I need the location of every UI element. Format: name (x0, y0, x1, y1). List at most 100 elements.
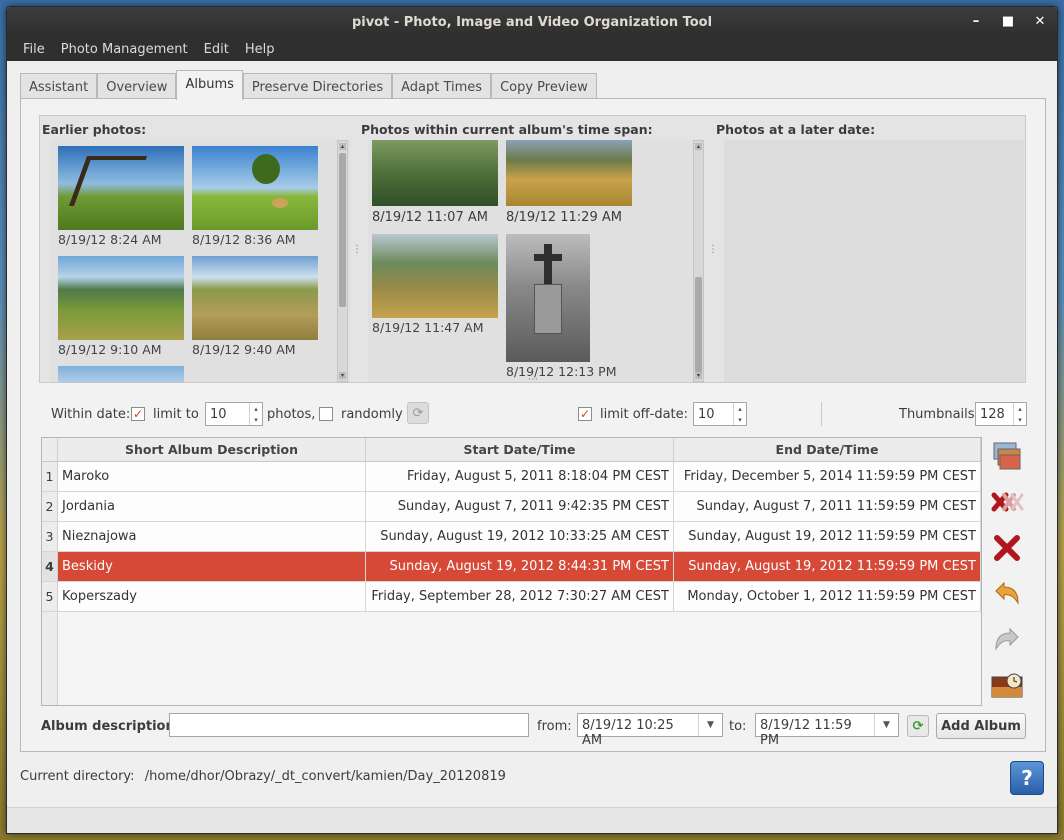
add-album-button[interactable]: Add Album (936, 713, 1026, 739)
albums-table: Short Album Description Start Date/Time … (41, 437, 982, 706)
scroll-down-icon[interactable]: ▾ (339, 372, 346, 379)
menu-help[interactable]: Help (239, 42, 281, 57)
thumbnails-value[interactable]: 128 (976, 403, 1013, 425)
end-datetime-cell[interactable]: Sunday, August 19, 2012 11:59:59 PM CEST (674, 552, 981, 581)
delete-button[interactable] (988, 529, 1026, 567)
end-datetime-cell[interactable]: Sunday, August 19, 2012 11:59:59 PM CEST (674, 522, 981, 551)
open-album-photos-button[interactable] (988, 437, 1026, 475)
tab-copy-preview[interactable]: Copy Preview (491, 73, 597, 99)
splitter-handle-icon[interactable]: ⋯ (528, 374, 538, 385)
row-number[interactable]: 4 (42, 552, 58, 581)
menu-file[interactable]: File (17, 42, 51, 57)
spin-up-icon[interactable]: ▴ (1014, 403, 1026, 414)
limit-to-spinner[interactable]: 10 ▴ ▾ (205, 402, 263, 426)
photo-thumb[interactable]: 8/19/12 9:10 AM (58, 256, 184, 357)
from-datetime-value[interactable]: 8/19/12 10:25 AM (578, 714, 698, 748)
table-row[interactable]: 4 Beskidy Sunday, August 19, 2012 8:44:31 … (42, 552, 981, 582)
to-label: to: (729, 718, 747, 734)
album-description-input[interactable] (169, 713, 529, 737)
spin-up-icon[interactable]: ▴ (734, 403, 746, 414)
chevron-down-icon[interactable]: ▼ (874, 714, 898, 736)
menu-photo-management[interactable]: Photo Management (55, 42, 194, 57)
photo-thumb[interactable]: 8/19/12 9:40 AM (192, 256, 318, 357)
chevron-down-icon[interactable]: ▼ (698, 714, 722, 736)
limit-to-value[interactable]: 10 (206, 403, 249, 425)
splitter-handle-icon[interactable]: ⋮ (352, 244, 362, 255)
tab-albums[interactable]: Albums (176, 70, 243, 100)
album-description-label: Album description: (41, 718, 180, 734)
randomly-checkbox[interactable] (319, 402, 333, 426)
splitter-handle-icon[interactable]: ⋮ (708, 244, 718, 255)
earlier-scrollbar[interactable]: ▴ ▾ (337, 140, 348, 382)
limit-offdate-checkbox[interactable]: ✓ (578, 402, 592, 426)
scroll-up-icon[interactable]: ▴ (695, 143, 702, 150)
to-datetime-value[interactable]: 8/19/12 11:59 PM (756, 714, 874, 748)
spin-down-icon[interactable]: ▾ (250, 414, 262, 425)
album-description-cell[interactable]: Koperszady (58, 582, 366, 611)
end-datetime-cell[interactable]: Monday, October 1, 2012 11:59:59 PM CEST (674, 582, 981, 611)
scroll-down-icon[interactable]: ▾ (695, 372, 702, 379)
photo-thumb[interactable]: 8/19/12 11:47 AM (372, 234, 498, 335)
table-row[interactable]: 3 Nieznajowa Sunday, August 19, 2012 10:33… (42, 522, 981, 552)
row-number[interactable]: 3 (42, 522, 58, 551)
limit-offdate-value[interactable]: 10 (694, 403, 733, 425)
refresh-random-icon[interactable]: ⟳ (407, 402, 429, 424)
redo-button[interactable] (988, 621, 1026, 659)
close-icon[interactable]: ✕ (1033, 13, 1047, 29)
scrollbar-handle[interactable] (339, 153, 346, 307)
limit-offdate-spinner[interactable]: 10 ▴ ▾ (693, 402, 747, 426)
row-number[interactable]: 5 (42, 582, 58, 611)
column-header-description[interactable]: Short Album Description (58, 438, 366, 461)
from-datetime-combo[interactable]: 8/19/12 10:25 AM ▼ (577, 713, 723, 748)
photo-thumb[interactable]: 8/19/12 8:24 AM (58, 146, 184, 247)
start-datetime-cell[interactable]: Friday, August 5, 2011 8:18:04 PM CEST (366, 462, 674, 491)
spin-down-icon[interactable]: ▾ (734, 414, 746, 425)
limit-to-checkbox[interactable]: ✓ (131, 402, 145, 426)
start-datetime-cell[interactable]: Sunday, August 7, 2011 9:42:35 PM CEST (366, 492, 674, 521)
photo-thumb[interactable]: 8/19/12 8:36 AM (192, 146, 318, 247)
delete-all-button[interactable] (988, 483, 1026, 521)
end-datetime-cell[interactable]: Friday, December 5, 2014 11:59:59 PM CES… (674, 462, 981, 491)
tab-assistant[interactable]: Assistant (20, 73, 98, 99)
within-scrollbar[interactable]: ▴ ▾ (693, 140, 704, 382)
table-row[interactable]: 5 Koperszady Friday, September 28, 2012 7:… (42, 582, 981, 612)
scrollbar-handle[interactable] (695, 277, 702, 373)
tab-preserve-directories[interactable]: Preserve Directories (242, 73, 393, 99)
album-description-cell[interactable]: Nieznajowa (58, 522, 366, 551)
time-shift-button[interactable] (988, 667, 1026, 705)
end-datetime-cell[interactable]: Sunday, August 7, 2011 11:59:59 PM CEST (674, 492, 981, 521)
photo-caption: 8/19/12 11:29 AM (506, 210, 622, 225)
undo-button[interactable] (988, 575, 1026, 613)
album-description-cell[interactable]: Maroko (58, 462, 366, 491)
scroll-up-icon[interactable]: ▴ (339, 143, 346, 150)
column-header-start[interactable]: Start Date/Time (366, 438, 674, 461)
row-number[interactable]: 2 (42, 492, 58, 521)
table-row[interactable]: 1 Maroko Friday, August 5, 2011 8:18:04 PM… (42, 462, 981, 492)
to-datetime-combo[interactable]: 8/19/12 11:59 PM ▼ (755, 713, 899, 748)
limit-offdate-label: limit off-date: (600, 406, 689, 422)
tab-overview[interactable]: Overview (97, 73, 177, 99)
maximize-icon[interactable]: ■ (1001, 13, 1015, 29)
randomly-label: randomly (341, 406, 403, 422)
table-header: Short Album Description Start Date/Time … (42, 438, 981, 462)
start-datetime-cell[interactable]: Sunday, August 19, 2012 10:33:25 AM CEST (366, 522, 674, 551)
spin-up-icon[interactable]: ▴ (250, 403, 262, 414)
reset-range-icon[interactable]: ⟳ (907, 715, 929, 737)
help-button[interactable]: ? (1010, 761, 1044, 795)
start-datetime-cell[interactable]: Sunday, August 19, 2012 8:44:31 PM CEST (366, 552, 674, 581)
photo-caption: 8/19/12 11:47 AM (372, 320, 484, 335)
start-datetime-cell[interactable]: Friday, September 28, 2012 7:30:27 AM CE… (366, 582, 674, 611)
status-bar: Current directory: /home/dhor/Obrazy/_dt… (20, 769, 506, 784)
minimize-icon[interactable]: – (969, 13, 983, 29)
album-description-cell[interactable]: Beskidy (58, 552, 366, 581)
photo-image (372, 234, 498, 318)
tab-adapt-times[interactable]: Adapt Times (392, 73, 492, 99)
spin-down-icon[interactable]: ▾ (1014, 414, 1026, 425)
row-number[interactable]: 1 (42, 462, 58, 491)
album-description-cell[interactable]: Jordania (58, 492, 366, 521)
photo-thumb[interactable]: 8/19/12 12:13 PM (506, 234, 616, 379)
menu-edit[interactable]: Edit (198, 42, 235, 57)
thumbnails-spinner[interactable]: 128 ▴ ▾ (975, 402, 1027, 426)
column-header-end[interactable]: End Date/Time (674, 438, 981, 461)
table-row[interactable]: 2 Jordania Sunday, August 7, 2011 9:42:35 … (42, 492, 981, 522)
